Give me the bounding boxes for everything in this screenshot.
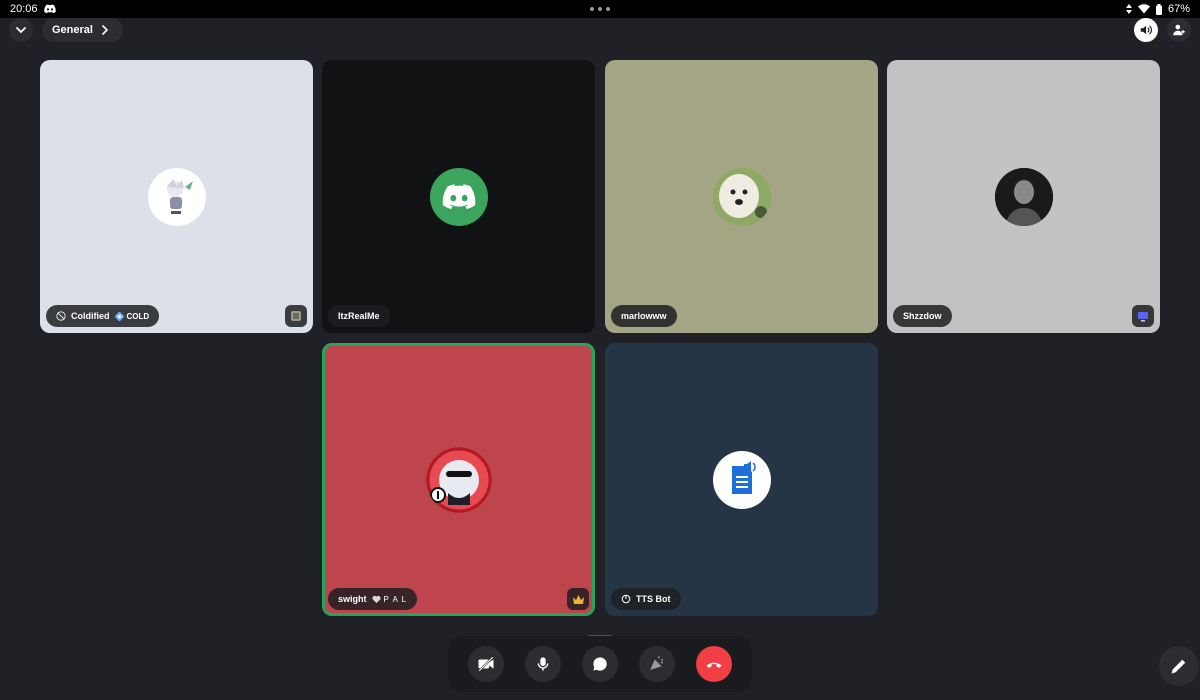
chevron-right-icon [102, 25, 109, 35]
avatar [425, 446, 492, 513]
discord-default-avatar [429, 167, 488, 226]
participant-tile-shzzdow[interactable]: Shzzdow [887, 60, 1160, 333]
toggle-mic-button[interactable] [525, 646, 562, 682]
participant-name: Shzzdow [903, 311, 942, 321]
participant-name: Coldified [71, 311, 110, 321]
chat-bubble-icon [593, 657, 607, 671]
speaker-button[interactable] [1134, 18, 1158, 42]
pencil-icon [1171, 659, 1186, 674]
speaker-icon [1140, 25, 1152, 35]
add-user-button[interactable] [1167, 18, 1191, 42]
soundboard-button[interactable] [638, 646, 675, 682]
participant-name-pill: ItzRealMe [328, 305, 390, 327]
activity-badge[interactable] [1132, 305, 1154, 327]
bot-status-icon [621, 594, 631, 604]
avatar [994, 167, 1053, 226]
clan-tag: P A L [371, 595, 408, 604]
data-arrows-icon [1125, 4, 1132, 14]
participant-tile-tts-bot[interactable]: TTS Bot [605, 343, 878, 616]
screen-share-icon [1138, 312, 1148, 322]
draw-button[interactable] [1159, 646, 1199, 686]
participant-name: TTS Bot [636, 594, 671, 604]
participant-name: marlowww [621, 311, 667, 321]
chat-button[interactable] [581, 646, 618, 682]
participant-name-pill: Shzzdow [893, 305, 952, 327]
clan-badge-icon [114, 311, 124, 321]
multitask-dots[interactable] [590, 7, 610, 11]
participant-name-pill: swight P A L [328, 588, 418, 610]
chevron-down-icon [16, 27, 26, 34]
participant-name: swight [338, 594, 367, 604]
wifi-icon [1137, 4, 1150, 14]
avatar [712, 167, 771, 226]
status-time: 20:06 [10, 3, 38, 15]
participant-tile-marlowww[interactable]: marlowww [605, 60, 878, 333]
activity-badge[interactable] [285, 305, 307, 327]
toggle-camera-button[interactable] [468, 646, 505, 682]
muted-icon [56, 311, 66, 321]
clan-tag: COLD [114, 311, 149, 321]
activity-icon [291, 311, 301, 321]
channel-name: General [52, 24, 93, 36]
heart-badge-icon [371, 595, 381, 603]
participant-name: ItzRealMe [338, 311, 380, 321]
call-control-bar [448, 636, 752, 692]
battery-percent: 67% [1167, 3, 1190, 15]
participant-name-pill: Coldified COLD [46, 305, 160, 327]
participant-tile-itzrealme[interactable]: ItzRealMe [322, 60, 595, 333]
participant-tile-coldified[interactable]: Coldified COLD [40, 60, 313, 333]
status-bar: 20:06 67% [0, 0, 1200, 18]
participant-name-pill: TTS Bot [611, 588, 681, 610]
microphone-icon [537, 657, 549, 671]
discord-logo-icon [442, 183, 475, 209]
crown-icon [572, 594, 584, 604]
participant-tile-swight[interactable]: swight P A L [322, 343, 595, 616]
avatar [712, 450, 771, 509]
participant-name-pill: marlowww [611, 305, 677, 327]
battery-icon [1155, 3, 1162, 15]
channel-button[interactable]: General [42, 18, 123, 42]
host-badge [567, 588, 589, 610]
add-user-icon [1173, 24, 1185, 36]
discord-notification-icon [43, 4, 56, 14]
end-call-button[interactable] [695, 646, 732, 682]
phone-hangup-icon [706, 662, 722, 668]
soundboard-icon [650, 656, 664, 670]
camera-off-icon [478, 656, 494, 672]
avatar [147, 167, 206, 226]
collapse-button[interactable] [9, 18, 33, 42]
